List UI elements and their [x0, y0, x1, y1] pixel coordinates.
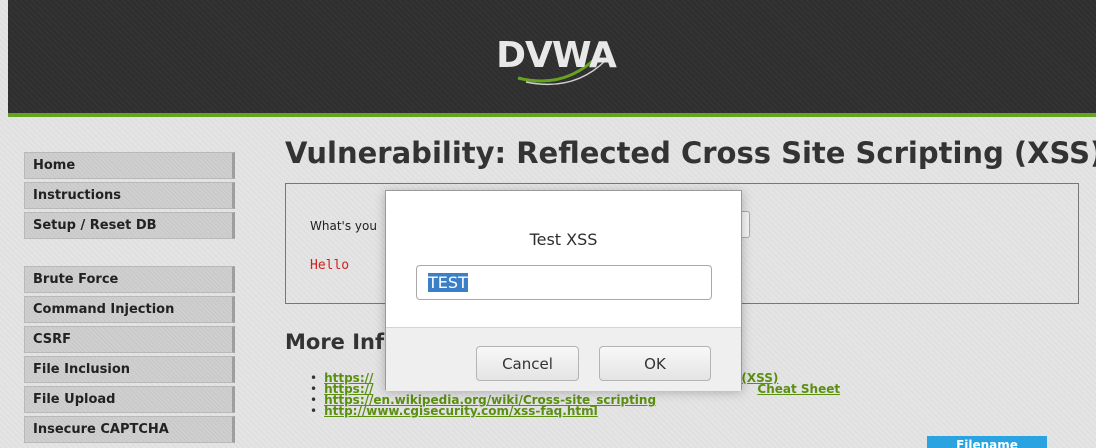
- sidebar-item-brute-force[interactable]: Brute Force: [24, 266, 235, 293]
- cancel-button[interactable]: Cancel: [476, 346, 579, 381]
- dialog-title: Test XSS: [529, 230, 598, 249]
- list-item: http://www.cgisecurity.com/xss-faq.html: [310, 404, 840, 418]
- more-info-heading: More Inf: [285, 330, 385, 354]
- sidebar-menu: Home Instructions Setup / Reset DB Brute…: [24, 152, 236, 446]
- corner-tab[interactable]: Filename: [927, 436, 1047, 448]
- reflected-output: Hello: [310, 258, 350, 273]
- page-title: Vulnerability: Reflected Cross Site Scri…: [285, 136, 1096, 170]
- dialog-text-input[interactable]: [416, 265, 712, 300]
- sidebar-item-file-inclusion[interactable]: File Inclusion: [24, 356, 235, 383]
- sidebar-item-instructions[interactable]: Instructions: [24, 182, 235, 209]
- sidebar-item-home[interactable]: Home: [24, 152, 235, 179]
- sidebar-item-insecure-captcha[interactable]: Insecure CAPTCHA: [24, 416, 235, 443]
- reference-link-cgisecurity[interactable]: http://www.cgisecurity.com/xss-faq.html: [324, 404, 598, 418]
- sidebar-item-setup-reset-db[interactable]: Setup / Reset DB: [24, 212, 235, 239]
- logo-text: DVWA: [496, 35, 617, 76]
- dvwa-logo[interactable]: DVWA: [496, 32, 617, 88]
- prompt-dialog: Test XSS Cancel OK: [385, 190, 742, 391]
- reference-link-cheat-sheet-tail[interactable]: Cheat Sheet: [757, 382, 840, 396]
- sidebar-item-command-injection[interactable]: Command Injection: [24, 296, 235, 323]
- sidebar-item-csrf[interactable]: CSRF: [24, 326, 235, 353]
- name-prompt-label: What's you: [310, 219, 377, 233]
- header-banner: DVWA: [8, 0, 1096, 117]
- dialog-button-bar: Cancel OK: [386, 327, 741, 391]
- sidebar-item-file-upload[interactable]: File Upload: [24, 386, 235, 413]
- ok-button[interactable]: OK: [599, 346, 711, 381]
